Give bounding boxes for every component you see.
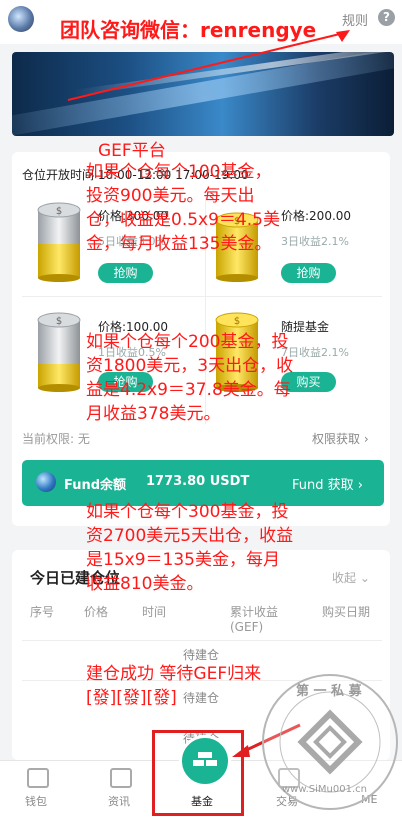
column-header: 累计收益(GEF) <box>230 605 279 634</box>
product-price: 价格:200.00 <box>281 209 352 223</box>
current-permission: 当前权限: 无 <box>22 432 90 446</box>
tab-news[interactable]: 资讯 <box>108 793 130 809</box>
collapse-toggle[interactable]: 收起 ⌄ <box>332 569 370 586</box>
platform-annotation: GEF平台 <box>98 141 166 161</box>
svg-text:$: $ <box>234 316 240 327</box>
divider <box>22 640 382 641</box>
tab-wallet[interactable]: 钱包 <box>25 793 47 809</box>
collapse-label: 收起 <box>332 571 357 585</box>
chevron-right-icon: › <box>357 478 363 493</box>
coin-stack-icon: $ <box>36 310 82 396</box>
watermark-url: www.SiMu001.cn <box>282 784 367 795</box>
pending-position: 待建仓 <box>182 648 219 662</box>
column-header: 价格 <box>84 605 109 619</box>
globe-icon <box>36 472 56 492</box>
fund-balance-label: Fund余额 <box>64 478 127 493</box>
chevron-right-icon: › <box>363 432 369 446</box>
note-annotation: 如果个仓每个200基金，投资1800美元，3天出仓，收益是4.2x9＝37.8美… <box>86 332 294 424</box>
permission-get-link[interactable]: 权限获取 › <box>312 430 369 447</box>
buy-button[interactable]: 抢购 <box>281 263 336 283</box>
permission-get-label: 权限获取 <box>312 432 361 446</box>
column-header: 序号 <box>30 605 55 619</box>
fund-get-link[interactable]: Fund 获取 › <box>292 474 363 493</box>
column-header: 购买日期 <box>322 605 371 619</box>
coin-stack-icon: $ <box>36 200 82 286</box>
svg-text:$: $ <box>56 206 62 217</box>
note-annotation: 建仓成功 等待GEF归来[發][發][發] <box>86 664 262 708</box>
wallet-icon[interactable] <box>27 768 49 788</box>
help-icon[interactable]: ? <box>378 9 395 26</box>
fund-balance-amount: 1773.80 USDT <box>146 474 250 489</box>
svg-text:$: $ <box>56 316 62 327</box>
news-icon[interactable] <box>110 768 132 788</box>
chevron-down-icon: ⌄ <box>359 571 370 585</box>
buy-button[interactable]: 抢购 <box>98 263 153 283</box>
product-earnings: 3日收益2.1% <box>281 235 349 248</box>
note-annotation: 如果个仓每个300基金，投资2700美元5天出仓，收益是15x9＝135美金，每… <box>86 502 294 594</box>
arrow-annotation <box>67 30 350 101</box>
note-annotation: 如果个仓每个100基金，投资900美元。每天出仓，收益是0.5x9＝4.5美金，… <box>86 162 280 254</box>
app-logo-icon <box>8 6 34 32</box>
watermark-top-text: 第 一 私 募 <box>296 684 362 699</box>
divider <box>22 296 382 297</box>
column-header: 时间 <box>142 605 167 619</box>
fund-get-label: Fund 获取 <box>292 478 354 493</box>
